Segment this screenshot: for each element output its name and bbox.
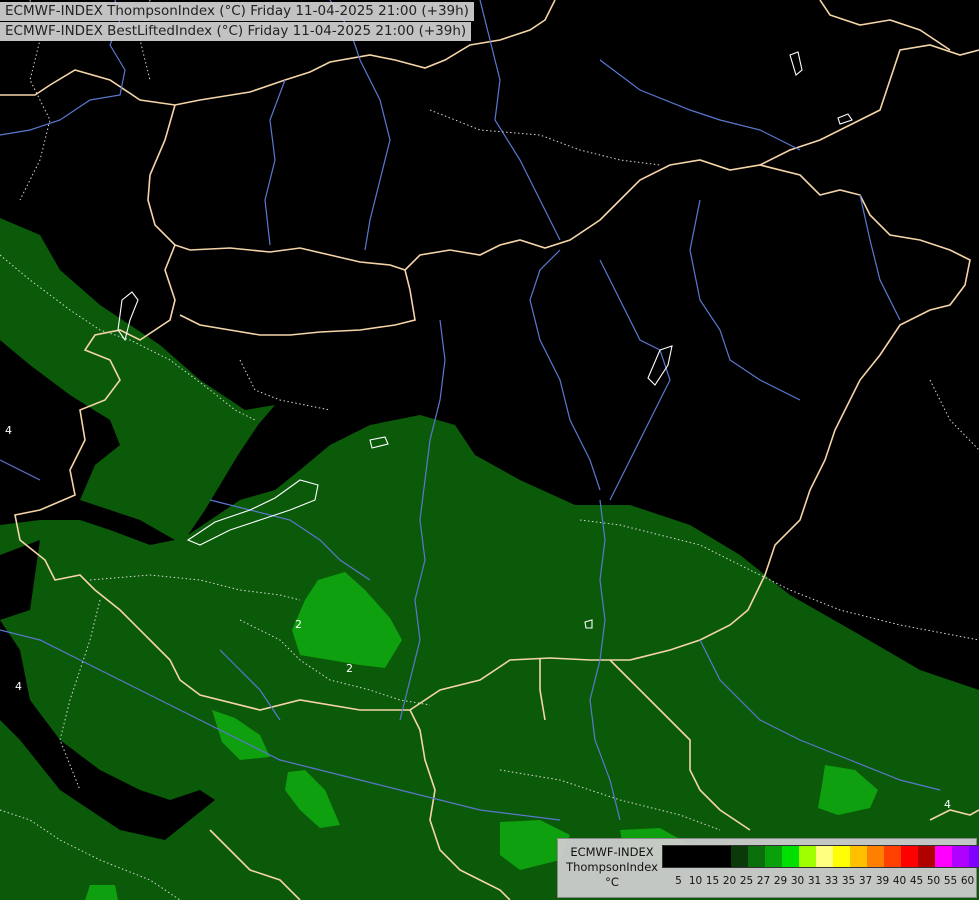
color-legend: ECMWF-INDEX ThompsonIndex °C 5 10 15 20 25 27… bbox=[557, 838, 979, 898]
legend-swatch bbox=[816, 846, 833, 867]
legend-tick-label: 45 bbox=[909, 875, 924, 887]
legend-swatch bbox=[884, 846, 901, 867]
legend-parameter: ThompsonIndex bbox=[566, 860, 658, 874]
legend-swatch bbox=[952, 846, 969, 867]
contour-label: 2 bbox=[295, 618, 302, 631]
legend-swatches bbox=[662, 845, 979, 868]
legend-tick-label: 55 bbox=[943, 875, 958, 887]
legend-swatch bbox=[663, 846, 680, 867]
legend-swatch bbox=[833, 846, 850, 867]
legend-ticks: 5 10 15 20 25 27 29 30 31 33 35 37 39 40 45 50 55 60 bbox=[662, 875, 976, 887]
legend-tick-label: 40 bbox=[892, 875, 907, 887]
legend-swatch bbox=[782, 846, 799, 867]
legend-tick-label: 60 bbox=[960, 875, 975, 887]
contour-label: 4 bbox=[15, 680, 22, 693]
map-title-best-lifted-index: ECMWF-INDEX BestLiftedIndex (°C) Friday … bbox=[0, 22, 472, 41]
legend-swatch bbox=[714, 846, 731, 867]
legend-tick-label: 5 bbox=[675, 875, 682, 887]
legend-swatch bbox=[867, 846, 884, 867]
legend-tick-label: 33 bbox=[824, 875, 839, 887]
legend-tick-label: 15 bbox=[705, 875, 720, 887]
legend-tick-label: 29 bbox=[773, 875, 788, 887]
legend-swatch bbox=[850, 846, 867, 867]
contour-label: 2 bbox=[346, 662, 353, 675]
legend-swatch bbox=[697, 846, 714, 867]
legend-tick-label: 50 bbox=[926, 875, 941, 887]
contour-label: 4 bbox=[944, 798, 951, 811]
legend-swatch bbox=[748, 846, 765, 867]
map-title-thompson-index: ECMWF-INDEX ThompsonIndex (°C) Friday 11… bbox=[0, 2, 474, 21]
legend-model: ECMWF-INDEX bbox=[570, 845, 654, 859]
legend-swatch bbox=[918, 846, 935, 867]
legend-swatch bbox=[765, 846, 782, 867]
contour-label: 4 bbox=[5, 424, 12, 437]
legend-tick-label: 37 bbox=[858, 875, 873, 887]
legend-tick-label: 35 bbox=[841, 875, 856, 887]
legend-tick-label: 10 bbox=[688, 875, 703, 887]
legend-tick-label: 27 bbox=[756, 875, 771, 887]
legend-tick-label: 25 bbox=[739, 875, 754, 887]
legend-tick-label: 31 bbox=[807, 875, 822, 887]
legend-label: ECMWF-INDEX ThompsonIndex °C bbox=[562, 845, 662, 890]
legend-tick-label: 39 bbox=[875, 875, 890, 887]
legend-tick-label: 30 bbox=[790, 875, 805, 887]
legend-swatch bbox=[731, 846, 748, 867]
legend-swatch bbox=[901, 846, 918, 867]
legend-swatch bbox=[935, 846, 952, 867]
legend-swatch bbox=[799, 846, 816, 867]
legend-swatch bbox=[680, 846, 697, 867]
legend-tick-label: 20 bbox=[722, 875, 737, 887]
legend-swatch bbox=[969, 846, 979, 867]
weather-map[interactable]: 2 2 4 4 4 bbox=[0, 0, 979, 900]
legend-unit: °C bbox=[605, 875, 619, 889]
